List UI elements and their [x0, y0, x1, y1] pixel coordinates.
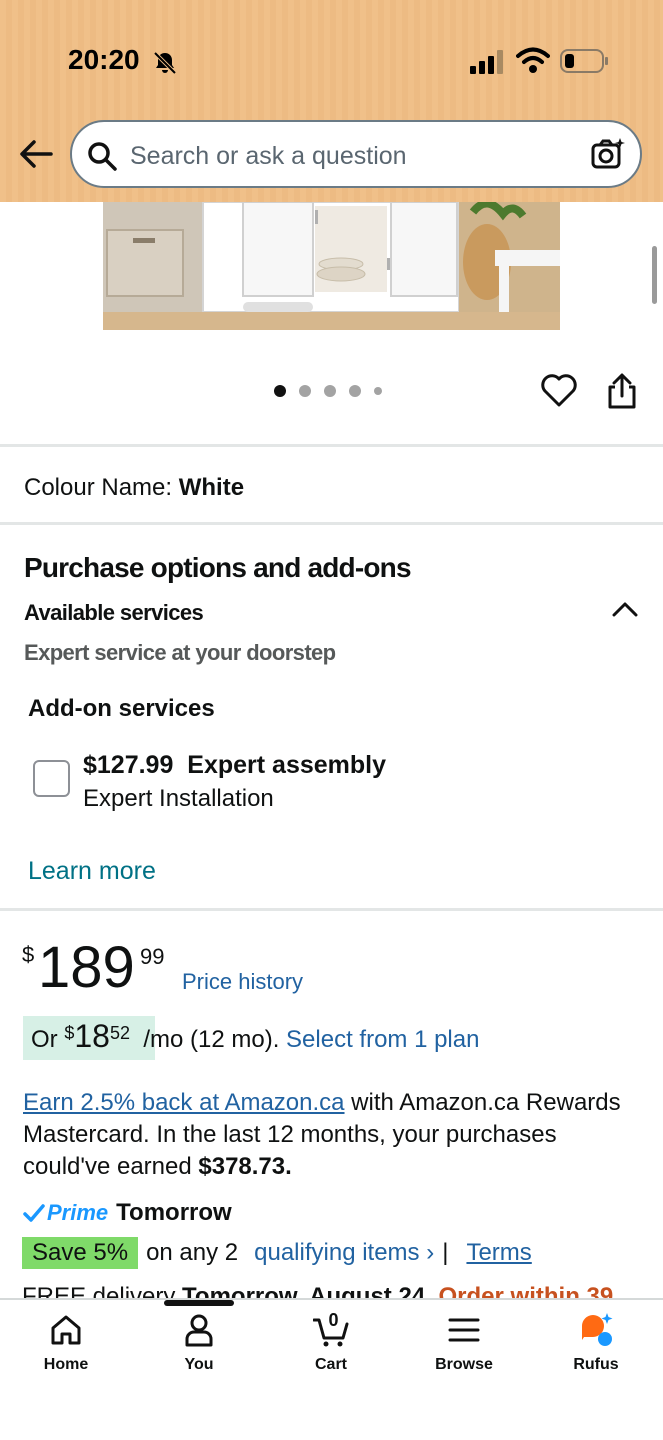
learn-more-link[interactable]: Learn more — [28, 857, 156, 886]
purchase-options-title: Purchase options and add-ons — [24, 552, 412, 583]
product-photo-illustration — [103, 202, 560, 330]
expert-assembly-checkbox[interactable] — [33, 760, 70, 797]
back-arrow-icon[interactable] — [18, 138, 54, 170]
nav-you-label: You — [184, 1356, 214, 1373]
rewards-offer: Earn 2.5% back at Amazon.ca with Amazon.… — [23, 1087, 623, 1183]
addon-name: Expert assembly — [187, 751, 386, 779]
nav-rufus-label: Rufus — [573, 1356, 619, 1373]
share-icon[interactable] — [604, 372, 640, 410]
available-services-label[interactable]: Available services — [24, 600, 204, 626]
colour-value: White — [178, 474, 245, 501]
addon-description: Expert Installation — [83, 785, 274, 812]
prime-delivery-day: Tomorrow — [116, 1199, 232, 1226]
product-image[interactable] — [103, 202, 560, 330]
search-input[interactable]: Search or ask a question — [130, 142, 407, 171]
battery-icon — [560, 49, 608, 73]
home-icon — [51, 1315, 81, 1345]
active-tab-indicator — [164, 1300, 234, 1306]
monthly-payment: Or $1852 /mo (12 mo). Select from 1 plan — [31, 1018, 479, 1055]
status-time: 20:20 — [68, 44, 140, 75]
scrollbar[interactable] — [652, 246, 657, 304]
top-header: 20:20 Search or ask a question — [0, 0, 663, 202]
cellular-signal-icon — [470, 50, 503, 74]
save-text: on any 2 — [146, 1239, 239, 1266]
monthly-whole: 18 — [74, 1018, 110, 1054]
separator: | — [442, 1239, 449, 1266]
monthly-fraction: 52 — [109, 1023, 130, 1043]
image-carousel-dots[interactable] — [274, 384, 382, 398]
rufus-icon — [582, 1313, 613, 1346]
nav-cart-label: Cart — [314, 1356, 347, 1373]
qualifying-items-link[interactable]: qualifying items › — [254, 1239, 434, 1267]
carousel-dot[interactable] — [299, 385, 311, 397]
nav-browse[interactable]: Browse — [414, 1312, 514, 1382]
nav-cart[interactable]: 0 Cart — [281, 1310, 381, 1382]
cart-count-badge: 0 — [328, 1310, 339, 1330]
monthly-term: /mo (12 mo). — [143, 1026, 280, 1053]
monthly-currency: $ — [64, 1023, 75, 1043]
chevron-up-icon[interactable] — [610, 598, 640, 620]
price-history-link[interactable]: Price history — [182, 969, 303, 995]
addon-price: $127.99 — [83, 751, 174, 779]
person-icon — [185, 1314, 213, 1347]
prime-delivery-row: Prime Tomorrow — [23, 1198, 232, 1228]
rewards-amount: $378.73. — [198, 1153, 292, 1180]
search-bar[interactable]: Search or ask a question — [70, 120, 642, 188]
addon-services-title: Add-on services — [28, 695, 215, 722]
divider — [0, 444, 663, 447]
price-fraction: 99 — [140, 944, 165, 969]
nav-browse-label: Browse — [435, 1356, 493, 1373]
carousel-dot[interactable] — [274, 385, 286, 397]
status-bar: 20:20 — [0, 0, 663, 110]
select-plan-link[interactable]: Select from 1 plan — [286, 1026, 479, 1053]
divider — [0, 522, 663, 525]
camera-search-icon[interactable] — [590, 136, 626, 172]
menu-icon — [448, 1318, 480, 1342]
bell-muted-icon — [153, 51, 177, 75]
colour-label: Colour Name: — [24, 474, 173, 501]
carousel-dot[interactable] — [324, 385, 336, 397]
carousel-dot[interactable] — [349, 385, 361, 397]
wifi-icon — [516, 47, 550, 73]
rewards-link[interactable]: Earn 2.5% back at Amazon.ca — [23, 1089, 345, 1116]
search-icon — [88, 142, 117, 171]
save-badge: Save 5% — [22, 1237, 139, 1269]
services-subtitle: Expert service at your doorstep — [24, 640, 336, 665]
save-promo-row: Save 5% on any 2 qualifying items › | Te… — [22, 1236, 532, 1270]
heart-icon[interactable] — [540, 372, 578, 408]
price-whole: 189 — [38, 935, 135, 1000]
monthly-or: Or — [31, 1026, 58, 1053]
nav-you[interactable]: You — [149, 1312, 249, 1382]
nav-home[interactable]: Home — [16, 1312, 116, 1382]
price-currency: $ — [22, 942, 35, 967]
nav-rufus[interactable]: Rufus — [546, 1312, 646, 1382]
terms-link[interactable]: Terms — [466, 1239, 531, 1267]
delivery-info: FREE delivery Tomorrow, August 24. Order… — [22, 1280, 652, 1300]
divider — [0, 908, 663, 911]
nav-home-label: Home — [43, 1356, 89, 1373]
checkmark-icon — [23, 1204, 45, 1222]
addon-option[interactable]: $127.99 Expert assembly — [83, 751, 386, 780]
carousel-dot[interactable] — [374, 387, 382, 395]
colour-name-row: Colour Name: White — [24, 474, 244, 502]
prime-label: Prime — [47, 1200, 109, 1225]
